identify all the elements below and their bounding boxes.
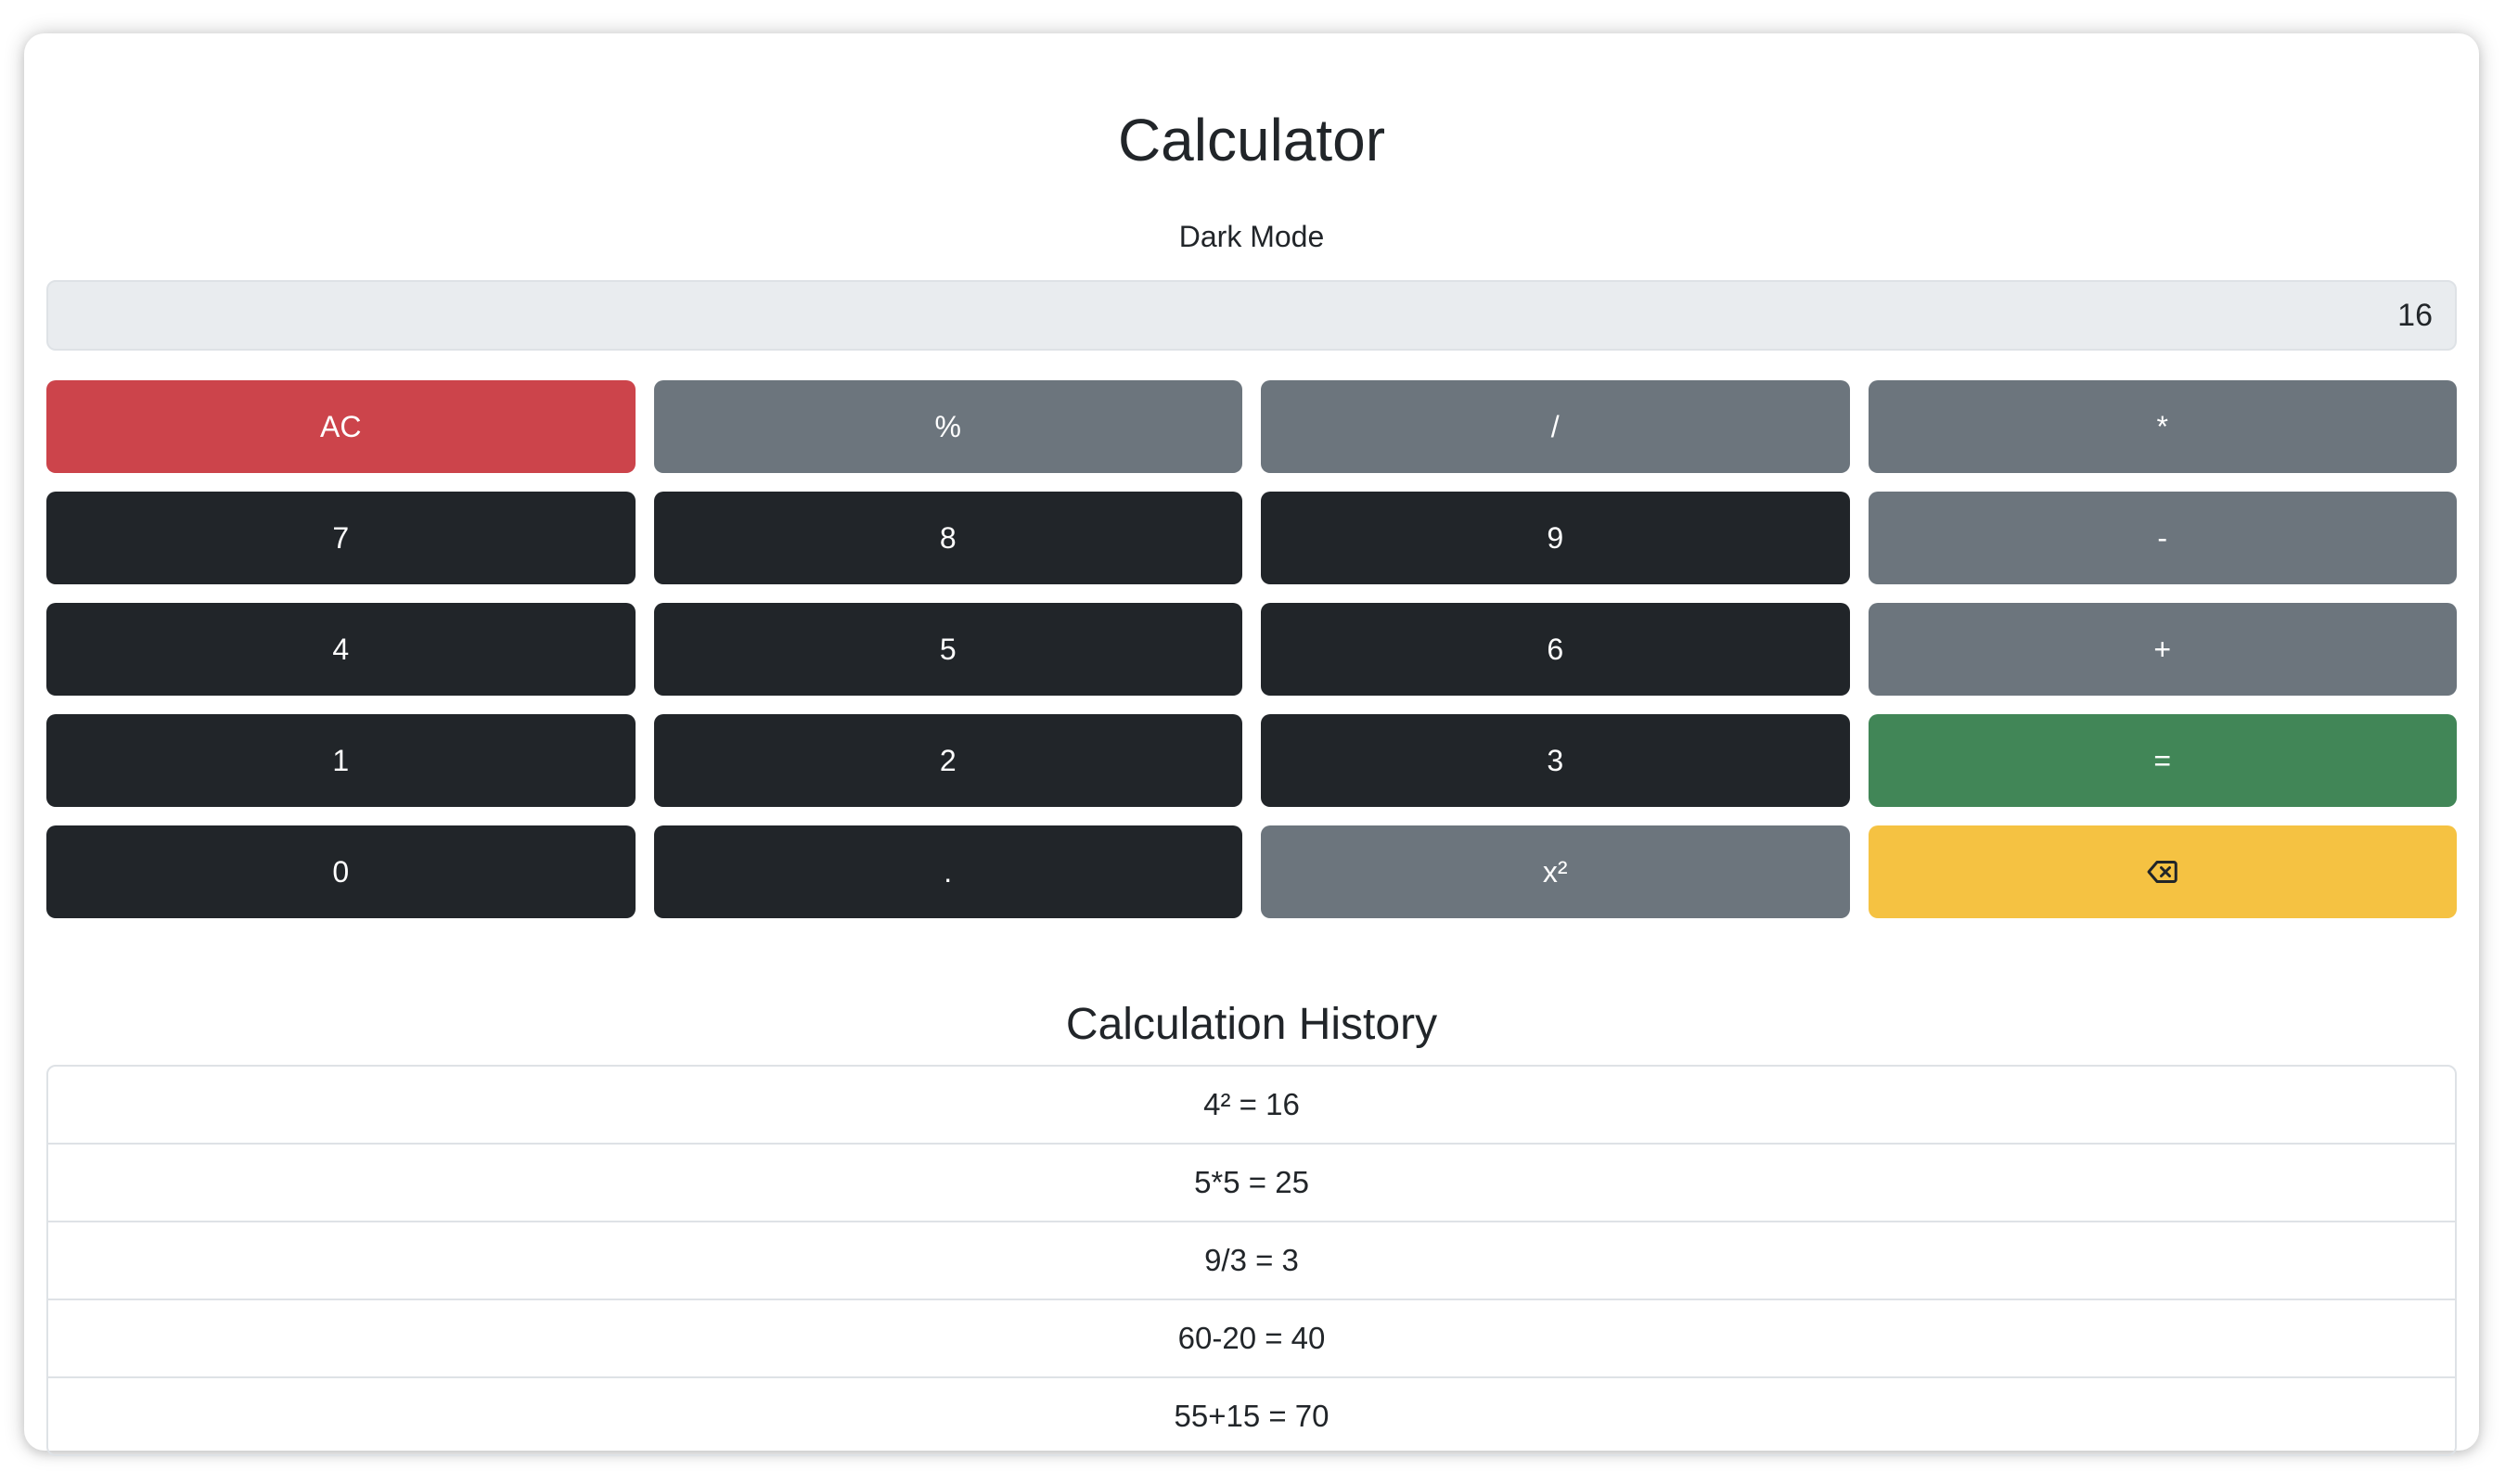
- backspace-button[interactable]: [1868, 825, 2457, 918]
- digit-7-button[interactable]: 7: [46, 492, 636, 584]
- digit-2-button[interactable]: 2: [653, 714, 1242, 807]
- digit-4-button[interactable]: 4: [46, 603, 636, 696]
- digit-0-button[interactable]: 0: [46, 825, 636, 918]
- subtract-button[interactable]: -: [1868, 492, 2457, 584]
- page-title: Calculator: [1117, 107, 1386, 173]
- equals-button[interactable]: =: [1868, 714, 2457, 807]
- history-item: 4² = 16: [1203, 1087, 1300, 1121]
- history-title: Calculation History: [1065, 1000, 1438, 1049]
- backspace-icon: [2146, 855, 2179, 889]
- calculator-card: Calculator Dark Mode 16 AC% / * 7 8 9- 4 5 6 +1 2 3…: [24, 33, 2479, 1456]
- digit-5-button[interactable]: 5: [653, 603, 1242, 696]
- clear-button[interactable]: AC: [46, 380, 636, 473]
- percent-button[interactable]: %: [653, 380, 1242, 473]
- digit-3-button[interactable]: 3: [1261, 714, 1850, 807]
- square-button[interactable]: x²: [1261, 825, 1850, 918]
- dark-mode-toggle[interactable]: Dark Mode: [24, 215, 2479, 258]
- keypad: AC% / * 7 8 9- 4 5 6 +1 2 3 = 0. x²: [46, 380, 2457, 918]
- history-list: 4² = 16 5*5 = 25 9/3 = 3 60-20 = 40 55+15 = …: [46, 1065, 2457, 1456]
- digit-6-button[interactable]: 6: [1261, 603, 1850, 696]
- add-button[interactable]: +: [1868, 603, 2457, 696]
- multiply-button[interactable]: *: [1868, 380, 2457, 473]
- history-item: 60-20 = 40: [48, 1298, 2455, 1376]
- decimal-button[interactable]: .: [653, 825, 1242, 918]
- digit-1-button[interactable]: 1: [46, 714, 636, 807]
- history-item: 5*5 = 25: [48, 1143, 2455, 1221]
- digit-9-button[interactable]: 9: [1261, 492, 1850, 584]
- history-item: 55+15 = 70: [48, 1376, 2455, 1454]
- divide-button[interactable]: /: [1261, 380, 1850, 473]
- digit-8-button[interactable]: 8: [653, 492, 1242, 584]
- calculator-display: 16: [46, 280, 2457, 351]
- history-item: 9/3 = 3: [48, 1221, 2455, 1298]
